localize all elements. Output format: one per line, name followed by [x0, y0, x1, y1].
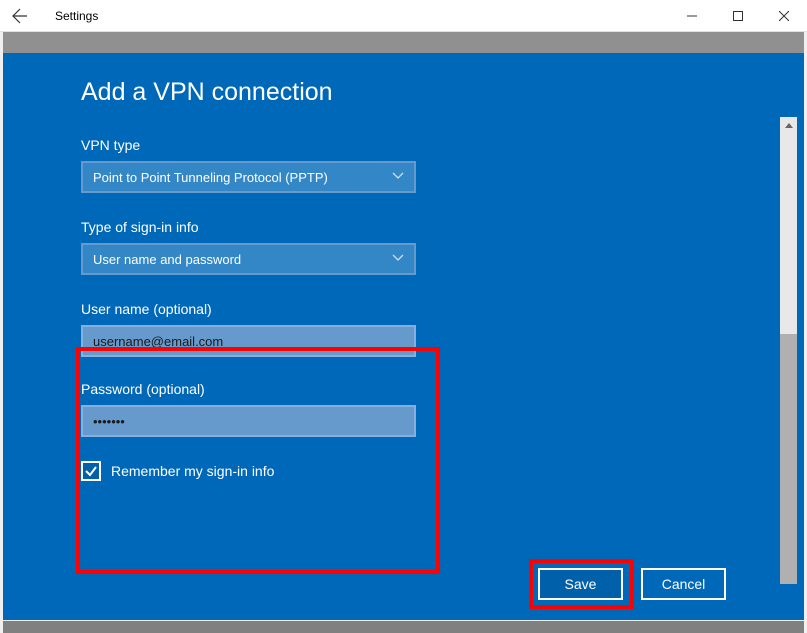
- chevron-down-icon: [392, 172, 404, 183]
- remember-label: Remember my sign-in info: [111, 463, 274, 479]
- signin-type-select[interactable]: User name and password: [81, 243, 416, 275]
- password-input[interactable]: •••••••: [81, 405, 416, 437]
- chevron-up-icon: [785, 123, 793, 128]
- vpn-type-label: VPN type: [81, 137, 726, 153]
- form-area: VPN type Point to Point Tunneling Protoc…: [81, 137, 726, 481]
- password-label: Password (optional): [81, 381, 726, 397]
- remember-row: Remember my sign-in info: [81, 461, 726, 481]
- check-icon: [84, 464, 98, 478]
- minimize-button[interactable]: [669, 0, 715, 32]
- window-title: Settings: [55, 9, 98, 23]
- maximize-button[interactable]: [715, 0, 761, 32]
- username-label: User name (optional): [81, 301, 726, 317]
- back-button[interactable]: [0, 0, 40, 32]
- scroll-thumb[interactable]: [780, 334, 797, 584]
- vpn-type-select[interactable]: Point to Point Tunneling Protocol (PPTP): [81, 161, 416, 193]
- scroll-track[interactable]: [780, 134, 797, 567]
- background-dimmed-bottom: [3, 621, 804, 633]
- dialog-buttons: Save Cancel: [538, 568, 726, 600]
- dialog-heading: Add a VPN connection: [81, 78, 726, 107]
- signin-type-label: Type of sign-in info: [81, 219, 726, 235]
- scroll-up-button[interactable]: [780, 117, 797, 134]
- window-controls: [669, 0, 807, 32]
- maximize-icon: [733, 11, 743, 21]
- remember-checkbox[interactable]: [81, 461, 101, 481]
- username-input[interactable]: username@email.com: [81, 325, 416, 357]
- vpn-type-value: Point to Point Tunneling Protocol (PPTP): [93, 170, 328, 185]
- save-button[interactable]: Save: [538, 568, 623, 600]
- cancel-button[interactable]: Cancel: [641, 568, 726, 600]
- titlebar: Settings: [0, 0, 807, 32]
- minimize-icon: [687, 11, 697, 21]
- password-value: •••••••: [93, 414, 125, 429]
- scrollbar[interactable]: [780, 117, 797, 584]
- close-icon: [779, 11, 789, 21]
- signin-type-value: User name and password: [93, 252, 241, 267]
- close-button[interactable]: [761, 0, 807, 32]
- vpn-dialog: Add a VPN connection VPN type Point to P…: [3, 53, 804, 620]
- username-value: username@email.com: [93, 334, 223, 349]
- back-arrow-icon: [12, 8, 28, 24]
- chevron-down-icon: [392, 254, 404, 265]
